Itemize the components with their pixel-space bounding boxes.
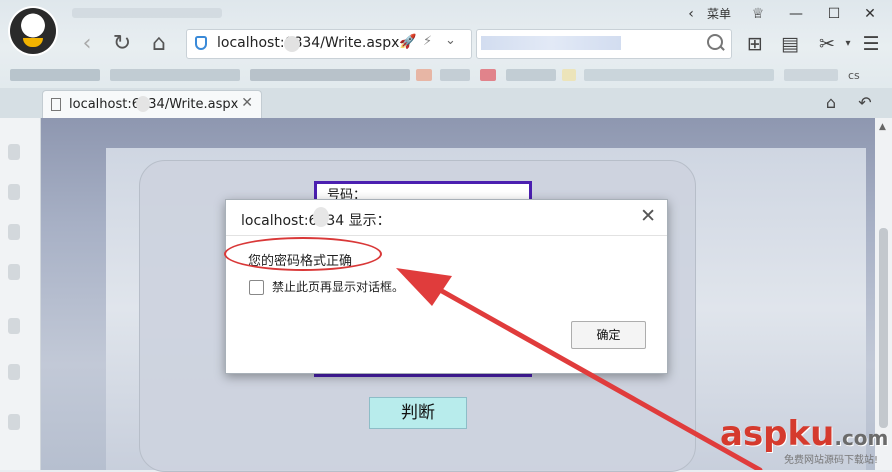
side-panel: [0, 118, 41, 470]
ok-button[interactable]: 确定: [571, 321, 646, 349]
suppress-dialogs-label[interactable]: 禁止此页再显示对话框。: [272, 278, 404, 295]
side-panel-item[interactable]: [8, 264, 20, 280]
back-arrow-icon[interactable]: ‹: [74, 32, 100, 58]
bookmark-item[interactable]: [584, 69, 774, 81]
document-icon: [51, 98, 61, 111]
judge-button[interactable]: 判断: [369, 397, 467, 429]
search-redaction: [481, 36, 621, 50]
apps-grid-icon[interactable]: ⊞: [742, 31, 768, 57]
skin-icon[interactable]: ♕: [748, 2, 768, 26]
side-panel-item[interactable]: [8, 318, 20, 334]
tab-title-redaction: [136, 96, 150, 112]
side-panel-item[interactable]: [8, 144, 20, 160]
bookmark-overflow-text[interactable]: cs: [848, 69, 860, 82]
scroll-thumb[interactable]: [879, 228, 888, 428]
watermark-logo-text: aspku: [720, 414, 835, 454]
close-tab-icon[interactable]: ✕: [241, 95, 253, 111]
bookmark-item[interactable]: [416, 69, 432, 81]
bookmark-item[interactable]: [250, 69, 410, 81]
rocket-icon[interactable]: 🚀: [399, 34, 416, 50]
search-icon[interactable]: [707, 34, 723, 50]
security-shield-icon: [195, 36, 207, 50]
minimize-icon[interactable]: —: [786, 2, 806, 26]
dialog-title-redaction: [313, 207, 329, 227]
side-panel-item[interactable]: [8, 414, 20, 430]
suppress-dialogs-checkbox[interactable]: [249, 280, 264, 295]
chevron-down-icon[interactable]: ⌄: [445, 33, 456, 48]
search-input[interactable]: [476, 29, 732, 59]
back-chevron-icon[interactable]: ‹: [684, 2, 698, 26]
watermark-subtitle: 免费网站源码下载站!: [784, 455, 879, 466]
bookmark-item[interactable]: [480, 69, 496, 81]
tab-write-aspx[interactable]: localhost:6834/Write.aspx ✕: [42, 90, 262, 119]
bookmark-item[interactable]: [562, 69, 576, 81]
watermark-logo-suffix: .com: [834, 426, 889, 450]
bookmark-bar: cs: [0, 64, 892, 86]
close-icon[interactable]: ✕: [640, 205, 656, 227]
tab-strip: ⟨| localhost:6834/Write.aspx ✕ + ⌂ ↶: [0, 88, 892, 203]
home-icon[interactable]: ⌂: [146, 32, 172, 58]
close-window-icon[interactable]: ✕: [860, 2, 880, 26]
scroll-up-arrow-icon[interactable]: ▲: [879, 122, 886, 132]
menu-button[interactable]: 菜单: [704, 2, 734, 26]
window-title-blurred: [72, 8, 222, 18]
watermark: aspku.com 免费网站源码下载站!: [720, 414, 888, 466]
side-panel-item[interactable]: [8, 224, 20, 240]
undo-close-icon[interactable]: ↶: [852, 90, 878, 116]
lightning-icon[interactable]: ⚡: [423, 34, 432, 49]
address-bar[interactable]: localhost:6834/Write.aspx 🚀 ⚡ ⌄: [186, 29, 472, 59]
dialog-divider: [226, 235, 667, 236]
page-tools-icon[interactable]: ⌂: [818, 90, 844, 116]
reader-icon[interactable]: ▤: [777, 31, 803, 57]
user-avatar[interactable]: [10, 8, 56, 54]
bookmark-item[interactable]: [506, 69, 556, 81]
reload-icon[interactable]: ↻: [109, 32, 135, 58]
address-redaction: [284, 36, 300, 52]
side-panel-item[interactable]: [8, 364, 20, 380]
alert-dialog: localhost:6834 显示： ✕ 您的密码格式正确 禁止此页再显示对话框…: [224, 199, 668, 374]
bookmark-item[interactable]: [440, 69, 470, 81]
address-text[interactable]: localhost:6834/Write.aspx: [217, 35, 399, 51]
bookmark-item[interactable]: [784, 69, 838, 81]
bookmark-item[interactable]: [10, 69, 100, 81]
tab-title[interactable]: localhost:6834/Write.aspx: [69, 97, 238, 112]
bookmark-item[interactable]: [110, 69, 240, 81]
maximize-icon[interactable]: ☐: [824, 2, 844, 26]
watermark-logo: aspku.com: [720, 414, 888, 454]
side-panel-item[interactable]: [8, 184, 20, 200]
more-menu-icon[interactable]: ☰: [858, 31, 884, 57]
highlight-ellipse: [224, 237, 382, 271]
